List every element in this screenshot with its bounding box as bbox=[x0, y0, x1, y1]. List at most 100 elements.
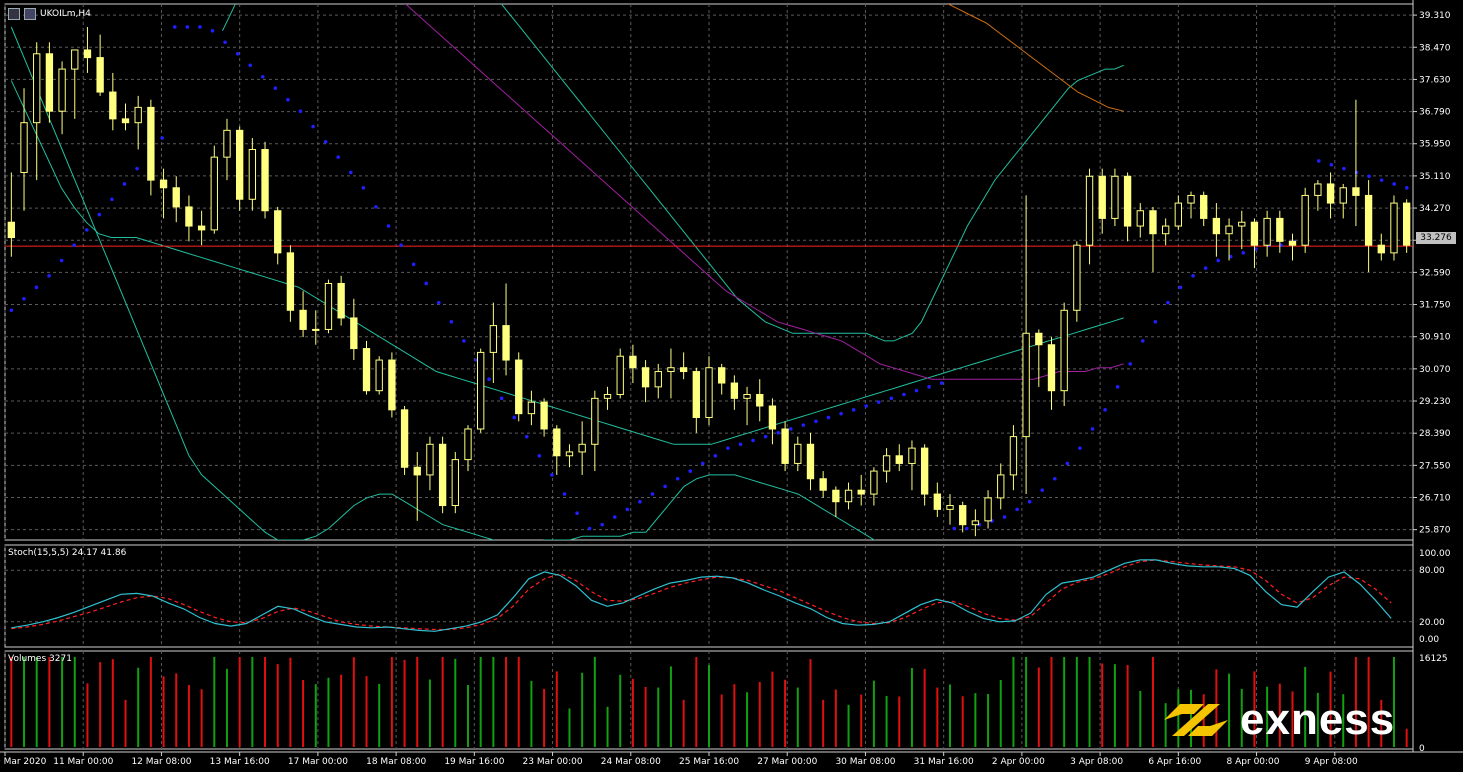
candle-body[interactable] bbox=[756, 394, 764, 407]
candle-body[interactable] bbox=[1390, 202, 1398, 254]
candle-body[interactable] bbox=[324, 282, 333, 330]
candle-body[interactable] bbox=[350, 317, 358, 350]
candle-body[interactable] bbox=[147, 106, 155, 181]
candle-body[interactable] bbox=[274, 210, 282, 254]
candle-body[interactable] bbox=[870, 470, 878, 495]
candle-body[interactable] bbox=[375, 359, 383, 392]
candle-body[interactable] bbox=[159, 179, 168, 189]
candle-body[interactable] bbox=[400, 409, 409, 468]
candle-body[interactable] bbox=[1225, 225, 1233, 235]
candle-body[interactable] bbox=[337, 282, 345, 319]
candle-body[interactable] bbox=[667, 367, 675, 373]
candle-body[interactable] bbox=[1364, 194, 1373, 246]
candle-body[interactable] bbox=[1123, 175, 1132, 227]
candle-body[interactable] bbox=[857, 489, 865, 495]
candle-body[interactable] bbox=[832, 489, 840, 503]
candle-body[interactable] bbox=[1022, 332, 1030, 438]
candle-body[interactable] bbox=[1149, 210, 1157, 235]
candle-body[interactable] bbox=[1212, 217, 1221, 235]
candle-body[interactable] bbox=[299, 309, 307, 330]
candle-body[interactable] bbox=[1035, 332, 1043, 346]
candle-body[interactable] bbox=[997, 474, 1005, 499]
candle-body[interactable] bbox=[718, 367, 726, 384]
candle-body[interactable] bbox=[261, 148, 269, 212]
candle-body[interactable] bbox=[235, 129, 244, 200]
candle-body[interactable] bbox=[1339, 187, 1347, 204]
candle-body[interactable] bbox=[197, 225, 206, 231]
candle-body[interactable] bbox=[1402, 202, 1411, 246]
candle-body[interactable] bbox=[1326, 183, 1335, 204]
candle-body[interactable] bbox=[438, 443, 447, 507]
candle-body[interactable] bbox=[96, 57, 104, 93]
candle-body[interactable] bbox=[1238, 221, 1246, 227]
candle-body[interactable] bbox=[933, 493, 941, 510]
candle-body[interactable] bbox=[794, 443, 802, 464]
candle-body[interactable] bbox=[1314, 183, 1322, 196]
candle-body[interactable] bbox=[388, 359, 396, 411]
candle-body[interactable] bbox=[1250, 221, 1259, 246]
candle-body[interactable] bbox=[210, 156, 218, 231]
candle-body[interactable] bbox=[1161, 225, 1170, 235]
candle-body[interactable] bbox=[578, 443, 586, 453]
candle-body[interactable] bbox=[71, 49, 79, 70]
candle-body[interactable] bbox=[45, 53, 54, 112]
candle-body[interactable] bbox=[781, 428, 789, 464]
candle-body[interactable] bbox=[121, 118, 130, 124]
chart-canvas[interactable]: 39.310 38.470 37.630 36.790 35.950 35.110 34.2… bbox=[0, 0, 1463, 768]
candle-body[interactable] bbox=[515, 359, 523, 415]
candle-body[interactable] bbox=[477, 351, 485, 430]
candle-body[interactable] bbox=[908, 447, 916, 464]
candle-body[interactable] bbox=[1060, 309, 1068, 392]
candle-body[interactable] bbox=[1009, 436, 1018, 476]
candle-body[interactable] bbox=[1085, 175, 1094, 246]
candle-body[interactable] bbox=[1174, 202, 1183, 227]
candle-body[interactable] bbox=[223, 129, 231, 158]
candle-body[interactable] bbox=[629, 355, 637, 369]
candle-body[interactable] bbox=[654, 371, 662, 388]
candle-body[interactable] bbox=[806, 443, 815, 480]
candle-body[interactable] bbox=[895, 455, 903, 464]
candle-body[interactable] bbox=[882, 455, 891, 472]
candle-body[interactable] bbox=[527, 401, 536, 415]
candle-body[interactable] bbox=[1377, 244, 1385, 254]
candle-body[interactable] bbox=[819, 478, 827, 491]
candle-body[interactable] bbox=[920, 447, 929, 495]
candle-body[interactable] bbox=[1301, 194, 1309, 246]
chart-window[interactable]: 39.310 38.470 37.630 36.790 35.950 35.110 34.2… bbox=[0, 0, 1463, 768]
candle-body[interactable] bbox=[1047, 344, 1056, 392]
candle-body[interactable] bbox=[692, 371, 700, 418]
candle-body[interactable] bbox=[58, 68, 66, 112]
candle-body[interactable] bbox=[1111, 175, 1119, 219]
candle-body[interactable] bbox=[134, 106, 142, 124]
candle-body[interactable] bbox=[946, 505, 954, 510]
candle-body[interactable] bbox=[1073, 244, 1081, 311]
candle-body[interactable] bbox=[971, 520, 980, 526]
candle-body[interactable] bbox=[172, 187, 180, 208]
candle-body[interactable] bbox=[768, 405, 777, 430]
candle-body[interactable] bbox=[705, 367, 713, 418]
candle-body[interactable] bbox=[553, 428, 561, 457]
candle-body[interactable] bbox=[616, 355, 624, 396]
candle-body[interactable] bbox=[426, 443, 434, 476]
candle-body[interactable] bbox=[641, 367, 650, 388]
candle-body[interactable] bbox=[489, 325, 498, 353]
candle-body[interactable] bbox=[1276, 217, 1284, 242]
candle-body[interactable] bbox=[83, 49, 92, 59]
candle-body[interactable] bbox=[1263, 217, 1271, 246]
candle-body[interactable] bbox=[109, 91, 117, 120]
candle-body[interactable] bbox=[502, 325, 510, 361]
candle-body[interactable] bbox=[286, 252, 295, 311]
candle-body[interactable] bbox=[540, 401, 548, 430]
candle-body[interactable] bbox=[1187, 194, 1195, 204]
candle-body[interactable] bbox=[591, 397, 599, 445]
candle-body[interactable] bbox=[1352, 187, 1360, 196]
candle-body[interactable] bbox=[743, 394, 751, 399]
candle-body[interactable] bbox=[984, 497, 992, 522]
candle-body[interactable] bbox=[185, 206, 193, 227]
candle-body[interactable] bbox=[248, 148, 257, 200]
candle-body[interactable] bbox=[1288, 240, 1297, 246]
candle-body[interactable] bbox=[1098, 175, 1106, 219]
candle-body[interactable] bbox=[451, 459, 459, 507]
candle-body[interactable] bbox=[33, 53, 41, 124]
candle-body[interactable] bbox=[1136, 210, 1144, 227]
